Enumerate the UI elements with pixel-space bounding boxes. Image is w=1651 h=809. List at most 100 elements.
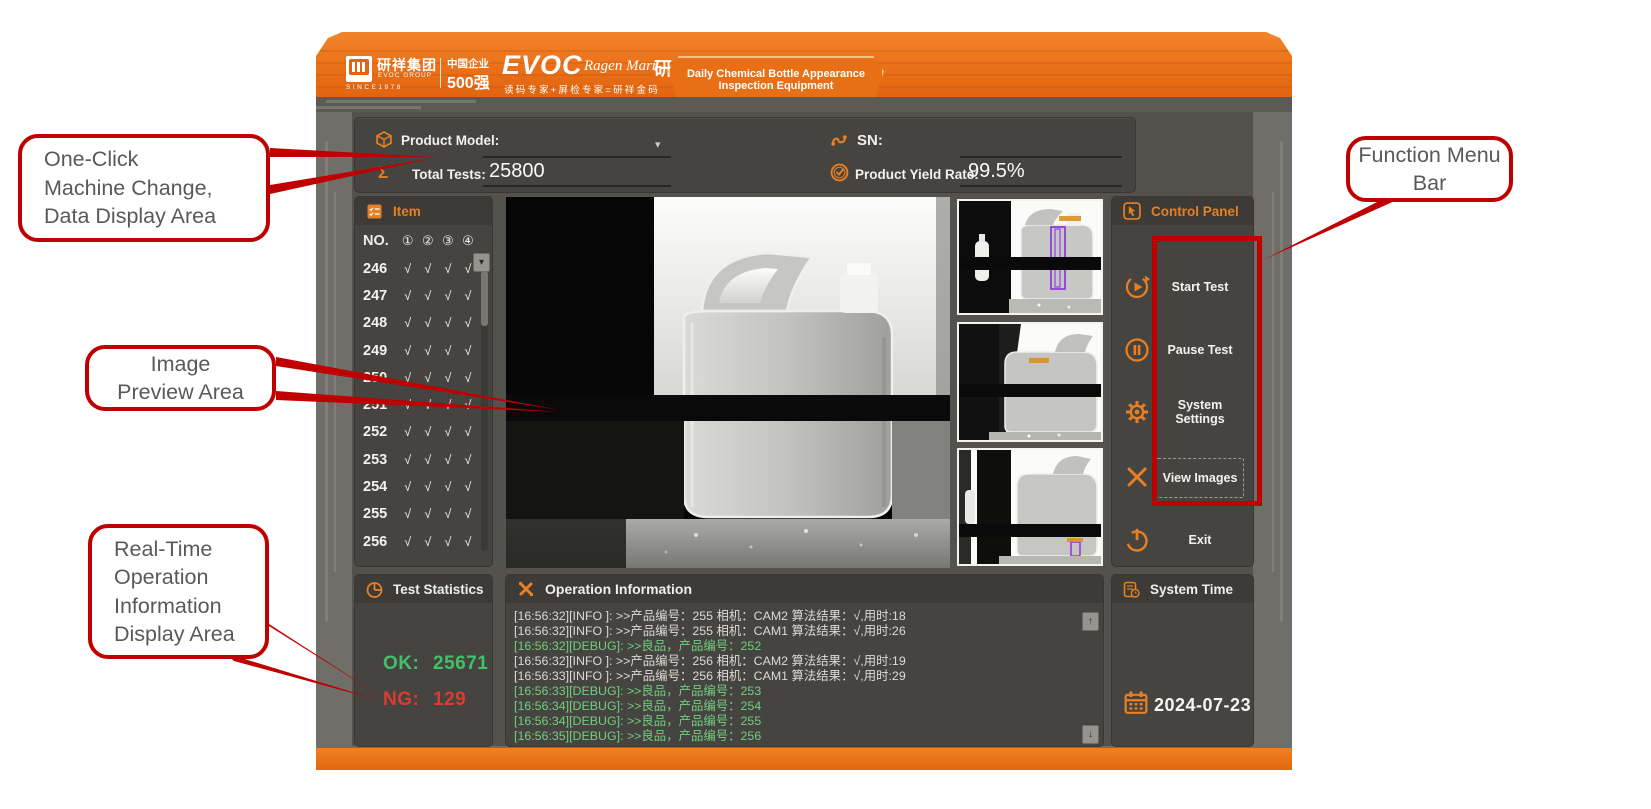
ng-label: NG: (383, 689, 433, 711)
item-scrollbar-thumb[interactable] (481, 271, 488, 326)
check-mark: √ (398, 344, 418, 358)
header-sub-band (316, 97, 1292, 112)
table-row[interactable]: 246 √ √ √ √ (355, 255, 478, 282)
check-mark: √ (458, 289, 478, 303)
ng-count: NG: 129 (383, 689, 466, 711)
column-4: ④ (458, 233, 478, 249)
table-row[interactable]: 250 √ √ √ √ (355, 364, 478, 391)
table-row[interactable]: 252 √ √ √ √ (355, 419, 478, 446)
exit-label: Exit (1152, 520, 1248, 560)
table-row[interactable]: 256 √ √ √ √ (355, 528, 478, 555)
check-mark: √ (438, 398, 458, 412)
check-mark: √ (458, 371, 478, 385)
table-row[interactable]: 247 √ √ √ √ (355, 282, 478, 309)
evoc-wordmark: EVOC (502, 50, 583, 81)
check-mark: √ (438, 535, 458, 549)
system-time-header: System Time (1112, 575, 1253, 603)
column-1: ① (398, 233, 418, 249)
product-model-icon (375, 131, 393, 149)
system-time-panel: System Time 2024-07-23 (1112, 575, 1253, 746)
check-mark: √ (458, 316, 478, 330)
sn-label: SN: (857, 132, 883, 149)
main-camera-image (506, 197, 950, 568)
log-line: [16:56:32][INFO ]: >>产品编号：255 相机：CAM2 算法… (514, 609, 1077, 624)
sn-input[interactable] (960, 156, 1122, 158)
row-number: 250 (363, 370, 398, 386)
item-panel-title: Item (393, 204, 421, 219)
check-mark: √ (398, 398, 418, 412)
check-mark: √ (398, 289, 418, 303)
bottle-photo (506, 197, 950, 568)
logo-slogan: 读码专家+屏检专家=研祥金码 (504, 82, 660, 96)
table-row[interactable]: 253 √ √ √ √ (355, 446, 478, 473)
product-model-dropdown[interactable] (483, 156, 671, 158)
check-mark: √ (398, 316, 418, 330)
table-row[interactable]: 254 √ √ √ √ (355, 473, 478, 500)
log-line: [16:56:35][DEBUG]: >>良品，产品编号：256 (514, 729, 1077, 744)
badge-line2: Inspection Equipment (719, 80, 834, 92)
column-2: ② (418, 233, 438, 249)
operation-information-header: Operation Information (506, 575, 1103, 603)
check-mark: √ (458, 535, 478, 549)
row-number: 252 (363, 424, 398, 440)
check-mark: √ (438, 453, 458, 467)
exit-button[interactable]: Exit (1112, 520, 1253, 560)
log-line: [16:56:32][INFO ]: >>产品编号：255 相机：CAM1 算法… (514, 624, 1077, 639)
check-mark: √ (418, 535, 438, 549)
callout-image-preview-area: Image Preview Area (85, 345, 276, 411)
check-mark: √ (418, 316, 438, 330)
logo-since: SINCE1978 (346, 84, 403, 91)
check-mark: √ (458, 344, 478, 358)
table-row[interactable]: 249 √ √ √ √ (355, 337, 478, 364)
yield-rate-value: 99.5% (968, 160, 1025, 183)
table-row[interactable]: 251 √ √ √ √ (355, 391, 478, 418)
check-mark: √ (418, 398, 438, 412)
check-mark: √ (398, 480, 418, 494)
log-line: [16:56:32][INFO ]: >>产品编号：256 相机：CAM2 算法… (514, 654, 1077, 669)
row-number: 254 (363, 479, 398, 495)
check-mark: √ (398, 453, 418, 467)
check-mark: √ (418, 507, 438, 521)
screenshot-stage: 研祥集团 EVOC GROUP SINCE1978 中国企业 500强 EVOC… (0, 0, 1651, 809)
preview-thumbnail-3[interactable] (957, 448, 1103, 566)
close-icon (1124, 464, 1150, 490)
preview-thumbnail-1[interactable] (957, 199, 1103, 315)
item-table-body[interactable]: 246 √ √ √ √ 247 √ √ √ √ (355, 255, 478, 555)
system-time-title: System Time (1150, 582, 1233, 597)
check-mark: √ (398, 425, 418, 439)
yield-rate-underline (960, 185, 1122, 187)
operation-log[interactable]: [16:56:32][INFO ]: >>产品编号：255 相机：CAM2 算法… (514, 609, 1077, 744)
crossed-tools-icon (517, 580, 535, 598)
log-scroll-down-button[interactable]: ↓ (1082, 725, 1099, 744)
total-tests-label: Total Tests: (412, 167, 486, 182)
operation-information-panel: Operation Information [16:56:32][INFO ]:… (506, 575, 1103, 746)
row-number: 249 (363, 343, 398, 359)
table-row[interactable]: 248 √ √ √ √ (355, 310, 478, 337)
document-clock-icon (1123, 581, 1140, 598)
callout-realtime-info-area: Real-Time Operation Information Display … (88, 524, 269, 659)
ok-label: OK: (383, 653, 433, 675)
check-mark: √ (438, 425, 458, 439)
log-scroll-up-button[interactable]: ↑ (1082, 612, 1099, 631)
row-number: 247 (363, 288, 398, 304)
check-mark: √ (438, 344, 458, 358)
item-table-columns: NO. ① ② ③ ④ (355, 229, 478, 253)
log-line: [16:56:33][DEBUG]: >>良品，产品编号：253 (514, 684, 1077, 699)
check-mark: √ (458, 425, 478, 439)
check-mark: √ (438, 316, 458, 330)
table-row[interactable]: 255 √ √ √ √ (355, 501, 478, 528)
control-panel-title: Control Panel (1151, 204, 1239, 219)
gear-icon (1124, 399, 1150, 425)
item-scroll-button[interactable]: ▾ (473, 253, 490, 272)
test-statistics-panel: Test Statistics OK: 25671 NG: 129 (355, 575, 492, 746)
check-mark: √ (438, 371, 458, 385)
system-date: 2024-07-23 (1154, 695, 1251, 716)
data-display-panel: Product Model: ▾ Σ Total Tests: 25800 SN… (355, 118, 1135, 192)
preview-thumbnail-2[interactable] (957, 322, 1103, 442)
check-mark: √ (398, 535, 418, 549)
chevron-down-icon[interactable]: ▾ (655, 138, 661, 151)
window-footer-bar (316, 748, 1292, 770)
logo-group-en: EVOC GROUP (378, 72, 432, 79)
check-mark: √ (418, 371, 438, 385)
total-tests-icon: Σ (378, 163, 388, 183)
